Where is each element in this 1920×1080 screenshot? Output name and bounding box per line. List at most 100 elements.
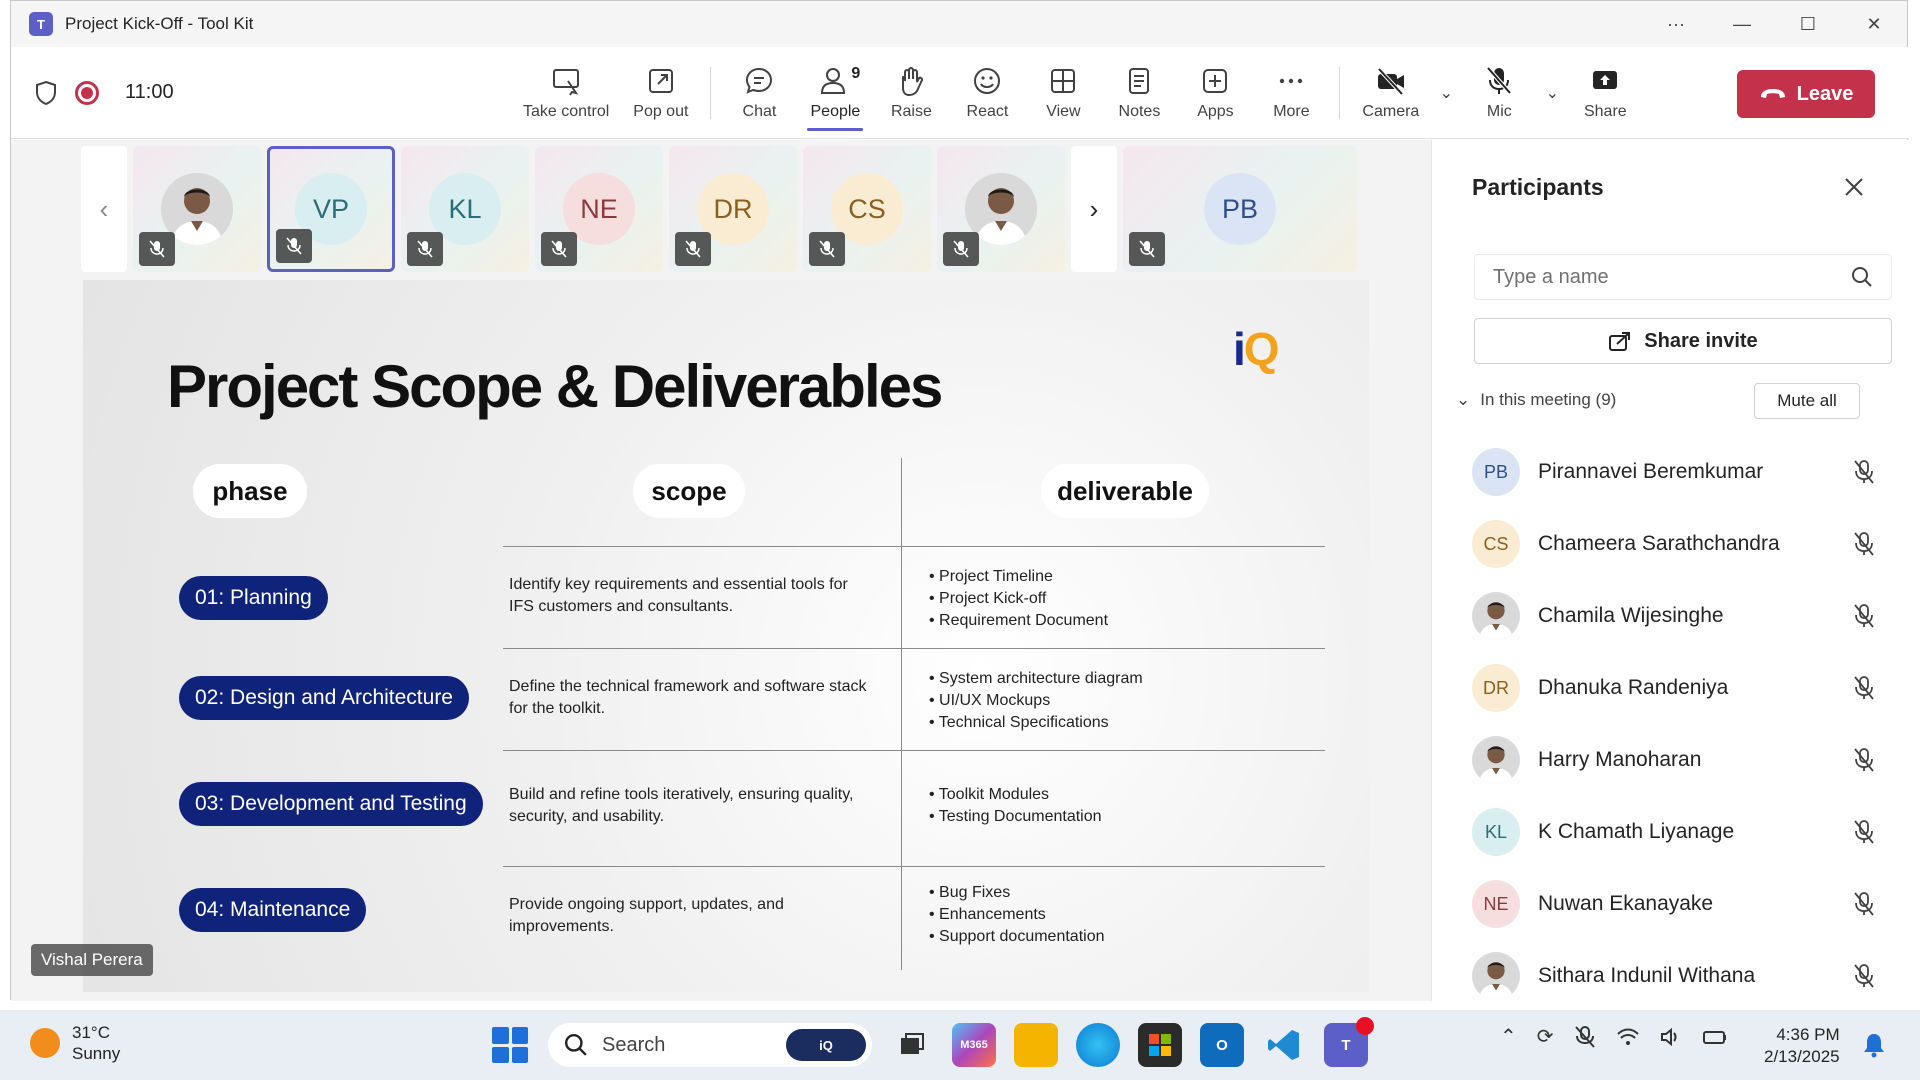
mic-off-icon <box>1486 66 1512 95</box>
edge-browser-icon[interactable] <box>1076 1023 1120 1067</box>
people-button[interactable]: 9 People <box>797 47 873 139</box>
participant-row[interactable]: Harry Manoharan <box>1472 724 1892 796</box>
more-button[interactable]: More <box>1253 47 1329 139</box>
participant-tile-pb[interactable]: PB <box>1123 146 1357 272</box>
muted-mic-icon <box>943 232 979 266</box>
start-windows-icon[interactable] <box>490 1025 530 1065</box>
screen: T Project Kick-Off - Tool Kit ··· — ☐ ✕ … <box>0 0 1920 1080</box>
scope-header: scope <box>633 464 745 518</box>
people-icon <box>821 68 846 94</box>
mic-off-icon[interactable] <box>1850 530 1878 558</box>
participant-row[interactable]: NE Nuwan Ekanayake <box>1472 868 1892 940</box>
share-button[interactable]: Share <box>1567 47 1643 139</box>
view-button[interactable]: View <box>1025 47 1101 139</box>
participant-strip: ‹ VP KL NE DR CS › PB <box>81 146 1371 274</box>
minimize-icon[interactable]: — <box>1709 1 1775 47</box>
maximize-icon[interactable]: ☐ <box>1775 1 1841 47</box>
participant-row[interactable]: Chamila Wijesinghe <box>1472 580 1892 652</box>
deliverable-item: UI/UX Mockups <box>929 690 1143 712</box>
taskbar-search-box[interactable]: Search iQ <box>548 1023 872 1067</box>
mic-button[interactable]: Mic <box>1461 47 1537 139</box>
clock-time: 4:36 PM <box>1776 1025 1840 1044</box>
m365-copilot-icon[interactable]: M365 <box>952 1023 996 1067</box>
system-clock[interactable]: 4:36 PM 2/13/2025 <box>1764 1024 1840 1068</box>
pop-out-label: Pop out <box>633 103 689 120</box>
phase-pill-planning: 01: Planning <box>179 576 328 620</box>
mic-muted-tray-icon[interactable] <box>1574 1025 1596 1049</box>
chevron-down-icon: ⌄ <box>1456 390 1471 409</box>
taskbar-search-label: Search <box>602 1033 666 1056</box>
mic-off-icon[interactable] <box>1850 602 1878 630</box>
participant-tile[interactable]: DR <box>669 146 797 272</box>
row-divider <box>503 648 1325 649</box>
notification-bell-icon[interactable] <box>1862 1032 1886 1058</box>
task-view-icon[interactable] <box>890 1023 934 1067</box>
outlook-icon[interactable]: O <box>1200 1023 1244 1067</box>
participant-tile[interactable]: VP <box>267 146 395 272</box>
wifi-icon[interactable] <box>1616 1027 1640 1047</box>
participant-tile[interactable]: KL <box>401 146 529 272</box>
notes-button[interactable]: Notes <box>1101 47 1177 139</box>
vscode-icon[interactable] <box>1262 1023 1306 1067</box>
sync-icon[interactable]: ⟳ <box>1537 1024 1554 1049</box>
close-icon[interactable] <box>1843 176 1865 198</box>
temperature: 31°C <box>72 1023 110 1042</box>
apps-button[interactable]: Apps <box>1177 47 1253 139</box>
battery-icon[interactable] <box>1702 1027 1728 1047</box>
volume-icon[interactable] <box>1660 1027 1682 1047</box>
camera-button[interactable]: Camera <box>1350 47 1431 139</box>
muted-mic-icon <box>407 232 443 266</box>
deliverable-list: System architecture diagram UI/UX Mockup… <box>929 668 1143 734</box>
pop-out-button[interactable]: Pop out <box>621 47 700 139</box>
mic-off-icon[interactable] <box>1850 458 1878 486</box>
participant-row[interactable]: CS Chameera Sarathchandra <box>1472 508 1892 580</box>
deliverable-item: Technical Specifications <box>929 712 1143 734</box>
leave-label: Leave <box>1796 82 1854 105</box>
mic-off-icon[interactable] <box>1850 674 1878 702</box>
chevron-up-icon[interactable]: ⌃ <box>1500 1024 1517 1049</box>
strip-prev-chevron-icon[interactable]: ‹ <box>81 146 127 272</box>
mic-off-icon[interactable] <box>1850 818 1878 846</box>
chat-button[interactable]: Chat <box>721 47 797 139</box>
microsoft-store-icon[interactable] <box>1138 1023 1182 1067</box>
participant-row[interactable]: DR Dhanuka Randeniya <box>1472 652 1892 724</box>
participant-search-input[interactable]: Type a name <box>1474 254 1892 300</box>
share-invite-button[interactable]: Share invite <box>1474 318 1892 364</box>
raise-hand-button[interactable]: Raise <box>873 47 949 139</box>
phase-pill-design: 02: Design and Architecture <box>179 676 469 720</box>
strip-next-chevron-icon[interactable]: › <box>1071 146 1117 272</box>
leave-button[interactable]: Leave <box>1737 70 1875 118</box>
share-arrow-icon <box>1609 332 1631 351</box>
avatar <box>1472 592 1520 640</box>
presenter-name-tag: Vishal Perera <box>31 944 153 976</box>
file-explorer-icon[interactable] <box>1014 1023 1058 1067</box>
clock-date: 2/13/2025 <box>1764 1047 1840 1066</box>
teams-taskbar-icon[interactable]: T <box>1324 1017 1374 1067</box>
participant-tile[interactable] <box>133 146 261 272</box>
participant-row[interactable]: Sithara Indunil Withana <box>1472 940 1892 1012</box>
deliverable-header: deliverable <box>1041 464 1209 518</box>
scope-text: Build and refine tools iteratively, ensu… <box>509 786 854 825</box>
participant-row[interactable]: PB Pirannavei Beremkumar <box>1472 436 1892 508</box>
notification-dot-icon <box>1356 1017 1374 1035</box>
participant-tile[interactable]: CS <box>803 146 931 272</box>
mic-off-icon[interactable] <box>1850 962 1878 990</box>
participant-row[interactable]: KL K Chamath Liyanage <box>1472 796 1892 868</box>
more-dots-icon <box>1280 78 1303 84</box>
close-window-icon[interactable]: ✕ <box>1841 1 1907 47</box>
participant-name: Chameera Sarathchandra <box>1538 532 1780 555</box>
camera-options-chevron-icon[interactable]: ⌄ <box>1431 47 1461 139</box>
mic-options-chevron-icon[interactable]: ⌄ <box>1537 47 1567 139</box>
mute-all-button[interactable]: Mute all <box>1754 383 1860 419</box>
react-button[interactable]: React <box>949 47 1025 139</box>
participant-tile[interactable]: NE <box>535 146 663 272</box>
in-meeting-section-toggle[interactable]: ⌄ In this meeting (9) <box>1456 390 1616 410</box>
take-control-button[interactable]: Take control <box>511 47 621 139</box>
mic-off-icon[interactable] <box>1850 746 1878 774</box>
shield-icon[interactable] <box>35 80 57 106</box>
weather-widget[interactable]: 31°C Sunny <box>30 1022 120 1064</box>
more-options-icon[interactable]: ··· <box>1643 1 1709 47</box>
participant-tile[interactable] <box>937 146 1065 272</box>
column-divider <box>901 458 902 970</box>
mic-off-icon[interactable] <box>1850 890 1878 918</box>
